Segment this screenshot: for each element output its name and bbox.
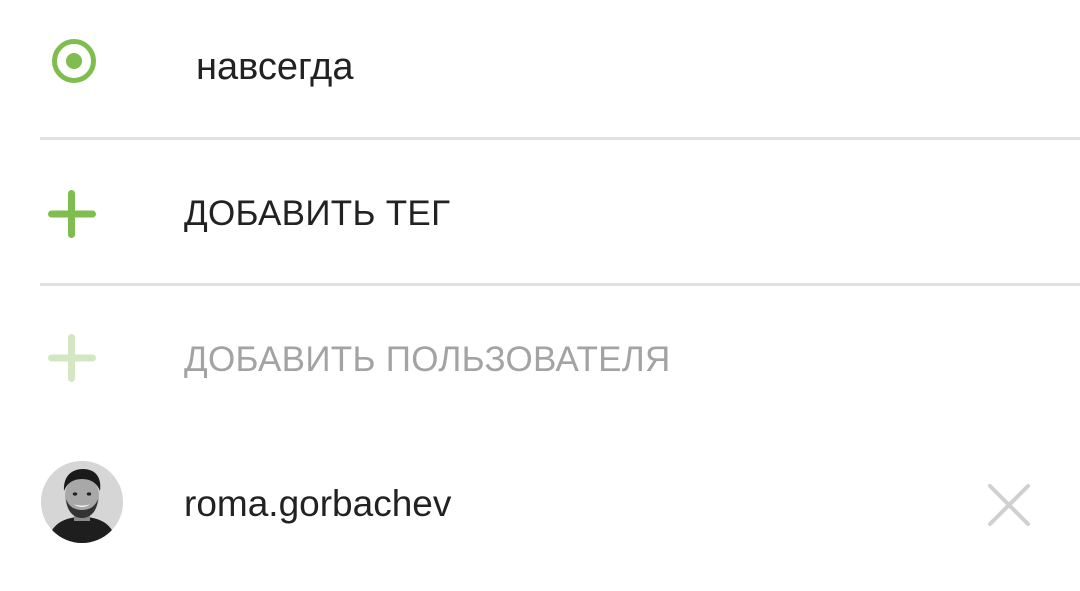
expiration-option-label: навсегда [196,46,354,88]
radio-button-selected-icon[interactable] [52,39,96,83]
close-icon [988,484,1030,526]
expiration-option-forever[interactable]: навсегда [0,0,1080,138]
add-user-button[interactable]: ДОБАВИТЬ ПОЛЬЗОВАТЕЛЯ [0,286,1080,430]
add-tag-button[interactable]: ДОБАВИТЬ ТЕГ [0,140,1080,283]
user-list-item: roma.gorbachev [0,430,1080,580]
radio-dot [66,53,82,69]
remove-user-button[interactable] [982,478,1036,532]
username: roma.gorbachev [184,483,452,524]
add-user-label: ДОБАВИТЬ ПОЛЬЗОВАТЕЛЯ [184,340,671,379]
share-settings-screen: навсегда ДОБАВИТЬ ТЕГ ДОБАВИТЬ ПОЛЬЗОВАТ… [0,0,1080,591]
add-tag-label: ДОБАВИТЬ ТЕГ [184,194,451,233]
plus-icon [48,190,96,238]
avatar [41,461,123,543]
plus-icon [48,334,96,382]
